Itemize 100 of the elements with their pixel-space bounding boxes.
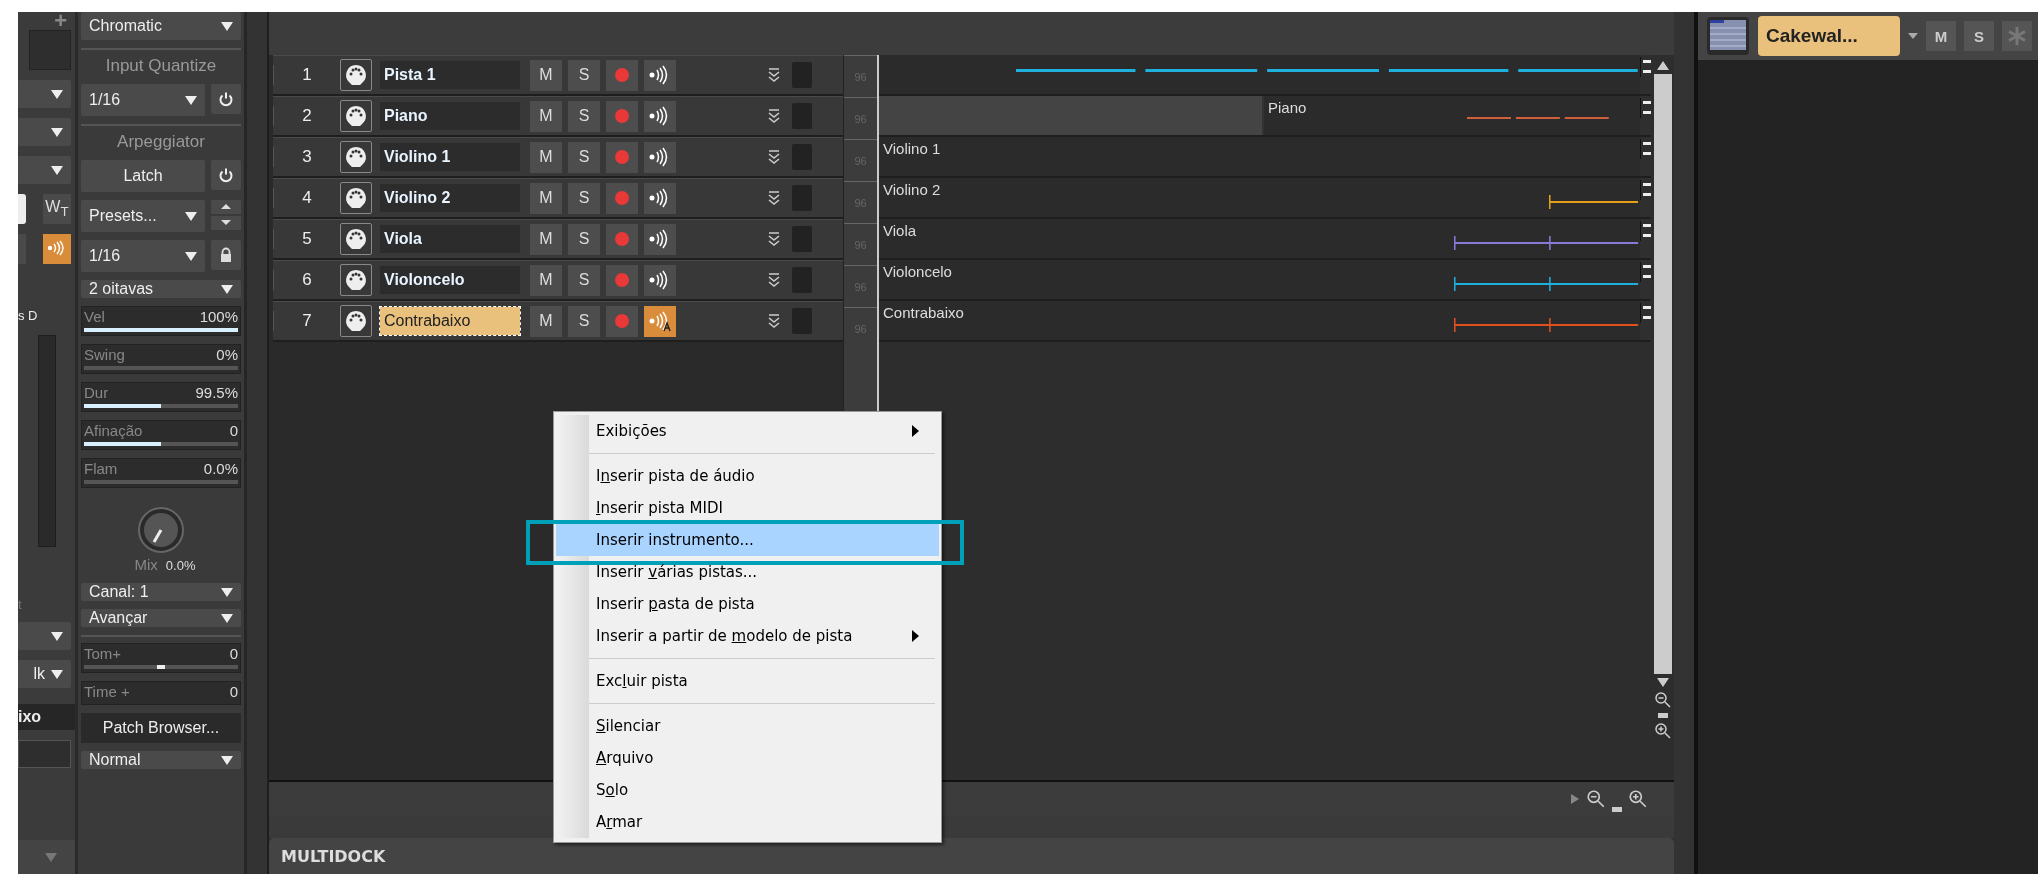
midi-icon[interactable] [340,223,372,255]
scrollbar-thumb[interactable] [1653,74,1672,674]
zoom-out-icon[interactable] [1586,789,1606,809]
spinner[interactable] [211,200,241,230]
scroll-up-icon[interactable] [1656,61,1669,70]
menu-item[interactable]: Inserir pista MIDI [556,492,939,524]
expand-icon[interactable] [766,108,782,124]
power-button[interactable] [211,84,241,114]
clip[interactable]: Viola [879,219,1640,258]
dropdown[interactable]: lk [18,660,71,688]
track-header[interactable]: 6 Violoncelo M S [273,260,843,301]
toggle-button[interactable] [18,234,26,264]
menu-item[interactable]: Silenciar [556,710,939,742]
mix-knob[interactable] [137,506,185,554]
zoom-slider-thumb[interactable] [1657,713,1668,718]
expand-icon[interactable] [766,67,782,83]
solo-button[interactable]: S [568,305,600,337]
menu-item[interactable]: Inserir pista de áudio [556,460,939,492]
menu-item[interactable]: Solo [556,774,939,806]
midi-icon[interactable] [340,182,372,214]
expand-icon[interactable] [766,149,782,165]
track-header[interactable]: 1 Pista 1 M S [273,55,843,96]
multidock-bar[interactable]: MULTIDOCK [269,838,1674,874]
midi-icon[interactable] [340,305,372,337]
solo-button[interactable]: S [568,59,600,91]
input-echo-button[interactable] [644,182,676,214]
mute-button[interactable]: M [530,264,562,296]
midi-icon[interactable] [340,264,372,296]
clip[interactable]: Violoncelo [879,260,1640,299]
dropdown[interactable] [18,80,71,108]
channel-dropdown[interactable]: Canal: 1 [81,583,241,601]
solo-button[interactable]: S [568,182,600,214]
input-echo-button[interactable] [644,223,676,255]
midi-icon[interactable] [340,100,372,132]
input-echo-button[interactable] [644,264,676,296]
solo-button[interactable]: S [568,141,600,173]
track-name-field[interactable]: Violoncelo [380,266,520,294]
parameter-slider[interactable]: Dur 99.5% [81,382,241,412]
mode-dropdown[interactable]: Avançar [81,609,241,627]
record-button[interactable] [606,182,638,214]
clip[interactable] [879,55,1640,94]
lock-button[interactable] [211,240,241,270]
solo-button[interactable]: S [568,264,600,296]
track-name-field[interactable]: Piano [380,102,520,130]
caret-icon[interactable] [1908,33,1918,39]
patch-browser-button[interactable]: Patch Browser... [81,713,241,743]
parameter-slider[interactable]: Vel 100% [81,306,241,336]
clip[interactable]: Contrabaixo [879,301,1640,340]
record-button[interactable] [606,264,638,296]
dropdown[interactable] [18,118,71,146]
track-name-field[interactable]: Violino 2 [380,184,520,212]
mute-button[interactable]: M [530,59,562,91]
solo-button[interactable]: S [1964,21,1994,51]
midi-icon[interactable] [340,59,372,91]
track-name-field[interactable]: Violino 1 [380,143,520,171]
menu-item[interactable]: Inserir pasta de pista [556,588,939,620]
track-header[interactable]: 5 Viola M S [273,219,843,260]
dropdown[interactable] [18,622,71,650]
scroll-down-icon[interactable] [1656,678,1669,687]
zoom-slider-thumb[interactable] [1612,807,1622,812]
input-echo-button[interactable] [43,234,71,264]
solo-button[interactable]: S [568,223,600,255]
mute-button[interactable]: M [530,141,562,173]
quantize-dropdown[interactable]: 1/16 [81,84,205,116]
input-field[interactable] [29,30,71,70]
range-dropdown[interactable]: 2 oitavas [81,280,241,298]
record-button[interactable] [606,223,638,255]
synth-name-button[interactable]: Cakewal... [1758,16,1900,56]
menu-item[interactable]: Exibições [556,415,939,447]
expand-icon[interactable] [766,272,782,288]
transpose-slider[interactable]: Tom+ 0 [81,643,241,673]
input-echo-button[interactable] [644,100,676,132]
expand-icon[interactable] [766,190,782,206]
input-echo-button[interactable] [644,59,676,91]
input-echo-button[interactable] [644,305,676,337]
input-echo-button[interactable] [644,141,676,173]
dropdown[interactable] [18,156,71,184]
track-header[interactable]: 3 Violino 1 M S [273,137,843,178]
expand-icon[interactable] [766,231,782,247]
write-button[interactable]: W$_{T}$ [43,194,71,224]
mute-button[interactable]: M [530,305,562,337]
mute-button[interactable]: M [530,182,562,214]
input-field[interactable] [18,740,71,768]
mute-button[interactable]: M [530,223,562,255]
mute-button[interactable]: M [1926,21,1956,51]
record-button[interactable] [606,100,638,132]
zoom-out-icon[interactable] [1653,691,1672,709]
clip[interactable]: Violino 1 [879,137,1640,176]
track-header[interactable]: 4 Violino 2 M S [273,178,843,219]
track-name-field[interactable]: Viola [380,225,520,253]
zoom-in-icon[interactable] [1653,722,1672,740]
menu-item[interactable]: Excluir pista [556,665,939,697]
track-name-field[interactable]: Pista 1 [380,61,520,89]
latch-button[interactable]: Latch [81,160,205,192]
clip[interactable]: Violino 2 [879,178,1640,217]
menu-item[interactable]: Inserir várias pistas... [556,556,939,588]
synth-thumbnail-icon[interactable] [1706,16,1750,56]
menu-item[interactable]: Inserir instrumento... [556,524,939,556]
zoom-in-icon[interactable] [1628,789,1648,809]
track-header[interactable]: 2 Piano M S [273,96,843,137]
